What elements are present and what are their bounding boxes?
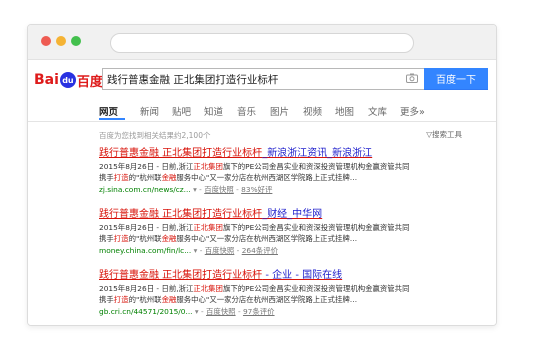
result-title-main: 践行普惠金融 正北集团打造行业标杆 — [99, 270, 263, 281]
separator: - — [200, 307, 204, 316]
result-url-line: zj.sina.com.cn/news/cz... ▾ - 百度快照 - 83%… — [99, 184, 449, 195]
snippet-text: 携手 — [99, 294, 114, 304]
rating-link[interactable]: 97条评价 — [243, 307, 275, 316]
search-results-page: Bai du 百度 践行普惠金融 正北集团打造行业标杆 百度一下 网页 新闻 贴… — [28, 60, 496, 325]
snippet-highlight: 金融 — [161, 233, 177, 243]
tab-wenku[interactable]: 文库 — [368, 104, 387, 118]
snippet-highlight: 正北集团 — [193, 284, 223, 293]
separator: - — [236, 185, 239, 194]
snippet-text: 的"杭州联 — [128, 233, 162, 243]
snippet-text: 服务中心"又一家分店在杭州西湖区学院路上正式挂牌… — [176, 294, 358, 304]
logo-text-chinese: 百度 — [76, 74, 103, 90]
tab-more[interactable]: 更多» — [400, 104, 425, 118]
separator: - — [199, 185, 202, 194]
search-tabs: 网页 新闻 贴吧 知道 音乐 图片 视频 地图 文库 更多» — [28, 101, 496, 122]
snippet-text: 2015年8月26日 - 日前,浙江 — [99, 162, 194, 171]
minimize-window-button[interactable] — [56, 36, 66, 46]
maximize-window-button[interactable] — [71, 36, 81, 46]
caret-down-icon[interactable]: ▾ — [193, 185, 197, 194]
result-count: 百度为您找到相关结果约2,100个 — [99, 131, 211, 140]
baidu-logo[interactable]: Bai du 百度 — [34, 70, 103, 90]
separator: - — [199, 246, 203, 255]
tab-map[interactable]: 地图 — [335, 104, 354, 118]
separator: - — [237, 307, 241, 316]
active-tab-indicator — [99, 118, 125, 120]
snippet-highlight: 打造 — [113, 233, 129, 243]
result-title-source: _新浪浙江资讯_新浪浙江 — [262, 148, 373, 159]
snippet-highlight: 打造 — [113, 294, 129, 304]
result-title-main: 践行普惠金融 正北集团打造行业标杆 — [99, 148, 263, 159]
rating-link[interactable]: 264条评价 — [242, 246, 278, 255]
search-input[interactable]: 践行普惠金融 正北集团打造行业标杆 — [102, 68, 424, 90]
snippet-text: 2015年8月26日 - 日前,浙江 — [99, 223, 194, 232]
rating-link[interactable]: 83%好评 — [241, 185, 272, 194]
result-snippet: 2015年8月26日 - 日前,浙江正北集团旗下的PE公司金昌实业和资深投资管理… — [99, 284, 449, 305]
snippet-text: 旗下的PE公司金昌实业和资深投资管理机构金赢资管共同 — [222, 284, 410, 293]
snippet-text: 2015年8月26日 - 日前,浙江 — [99, 284, 194, 293]
close-window-button[interactable] — [41, 36, 51, 46]
snippet-text: 服务中心"又一家分店在杭州西湖区学院路上正式挂牌… — [176, 233, 358, 243]
caret-down-icon[interactable]: ▾ — [195, 307, 199, 316]
snapshot-link[interactable]: 百度快照 — [205, 246, 235, 255]
snippet-text: 携手 — [99, 233, 114, 243]
browser-window: Bai du 百度 践行普惠金融 正北集团打造行业标杆 百度一下 网页 新闻 贴… — [27, 24, 497, 326]
result-title-link[interactable]: 践行普惠金融 正北集团打造行业标杆 - 企业 - 国际在线 — [99, 269, 449, 282]
tab-web[interactable]: 网页 — [99, 104, 118, 118]
snippet-text: 的"杭州联 — [128, 172, 162, 182]
snippet-highlight: 正北集团 — [193, 223, 223, 232]
result-url[interactable]: gb.cri.cn/44571/2015/0... — [99, 307, 193, 316]
snippet-highlight: 金融 — [161, 294, 177, 304]
camera-icon[interactable] — [406, 73, 418, 83]
snippet-text: 的"杭州联 — [128, 294, 162, 304]
snippet-text: 携手 — [99, 172, 114, 182]
search-query: 践行普惠金融 正北集团打造行业标杆 — [107, 74, 279, 86]
search-tools-button[interactable]: ▽搜索工具 — [426, 129, 462, 140]
tab-tieba[interactable]: 贴吧 — [172, 104, 191, 118]
result-snippet: 2015年8月26日 - 日前,浙江正北集团旗下的PE公司金昌实业和资深投资管理… — [99, 162, 449, 183]
tab-zhidao[interactable]: 知道 — [204, 104, 223, 118]
snippet-text: 服务中心"又一家分店在杭州西湖区学院路上正式挂牌… — [176, 172, 358, 182]
result-title-source: - 企业 - 国际在线 — [262, 270, 343, 281]
result-title-source: _财经_中华网 — [262, 209, 323, 220]
result-item: 践行普惠金融 正北集团打造行业标杆 - 企业 - 国际在线 2015年8月26日… — [99, 269, 449, 317]
result-url[interactable]: zj.sina.com.cn/news/cz... — [99, 185, 191, 194]
snippet-highlight: 打造 — [113, 172, 129, 182]
result-snippet: 2015年8月26日 - 日前,浙江正北集团旗下的PE公司金昌实业和资深投资管理… — [99, 223, 449, 244]
result-title-main: 践行普惠金融 正北集团打造行业标杆 — [99, 209, 263, 220]
search-button[interactable]: 百度一下 — [424, 68, 488, 90]
result-item: 践行普惠金融 正北集团打造行业标杆_财经_中华网 2015年8月26日 - 日前… — [99, 208, 449, 256]
result-url-line: money.china.com/fin/lc... ▾ - 百度快照 - 264… — [99, 245, 449, 256]
snapshot-link[interactable]: 百度快照 — [204, 185, 234, 194]
snippet-highlight: 金融 — [161, 172, 177, 182]
result-title-link[interactable]: 践行普惠金融 正北集团打造行业标杆_财经_中华网 — [99, 208, 449, 221]
logo-text-latin: Bai — [34, 72, 59, 88]
snapshot-link[interactable]: 百度快照 — [206, 307, 236, 316]
snippet-highlight: 正北集团 — [193, 162, 223, 171]
result-item: 践行普惠金融 正北集团打造行业标杆_新浪浙江资讯_新浪浙江 2015年8月26日… — [99, 147, 449, 195]
snippet-text: 旗下的PE公司金昌实业和资深投资管理机构金赢资管共同 — [222, 223, 410, 232]
tab-music[interactable]: 音乐 — [237, 104, 256, 118]
tab-news[interactable]: 新闻 — [140, 104, 159, 118]
paw-icon: du — [59, 72, 76, 88]
result-url-line: gb.cri.cn/44571/2015/0... ▾ - 百度快照 - 97条… — [99, 306, 449, 317]
separator: - — [236, 246, 240, 255]
result-title-link[interactable]: 践行普惠金融 正北集团打造行业标杆_新浪浙江资讯_新浪浙江 — [99, 147, 449, 160]
title-bar — [28, 25, 496, 60]
tab-video[interactable]: 视频 — [303, 104, 322, 118]
result-url[interactable]: money.china.com/fin/lc... — [99, 246, 191, 255]
address-bar[interactable] — [110, 33, 414, 53]
caret-down-icon[interactable]: ▾ — [194, 246, 198, 255]
snippet-text: 旗下的PE公司金昌实业和资深投资管理机构金赢资管共同 — [222, 162, 410, 171]
tab-images[interactable]: 图片 — [270, 104, 289, 118]
